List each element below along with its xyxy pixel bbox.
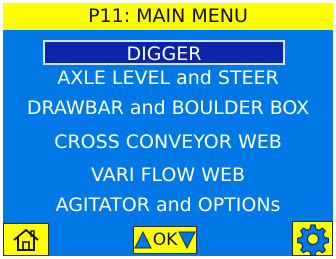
menu-item-agitator-and-options[interactable]: AGITATOR and OPTIONs bbox=[3, 191, 333, 219]
menu-panel: DIGGER AXLE LEVEL and STEER DRAWBAR and … bbox=[3, 30, 333, 256]
main-menu-screen: P11: MAIN MENU DIGGER AXLE LEVEL and STE… bbox=[0, 0, 336, 259]
menu-item-axle-level-and-steer[interactable]: AXLE LEVEL and STEER bbox=[3, 64, 333, 92]
navigation-controls: OK bbox=[133, 226, 197, 254]
ok-button[interactable]: OK bbox=[153, 227, 178, 253]
down-button[interactable] bbox=[177, 227, 196, 253]
up-arrow-icon bbox=[134, 230, 153, 249]
gear-icon bbox=[296, 223, 329, 255]
menu-item-cross-conveyor-web[interactable]: CROSS CONVEYOR WEB bbox=[3, 128, 333, 156]
home-icon bbox=[13, 228, 39, 251]
menu-item-drawbar-and-boulder-box[interactable]: DRAWBAR and BOULDER BOX bbox=[3, 94, 333, 122]
menu-item-digger[interactable]: DIGGER bbox=[43, 40, 285, 65]
home-button[interactable] bbox=[3, 223, 49, 256]
menu-item-vari-flow-web[interactable]: VARI FLOW WEB bbox=[3, 161, 333, 189]
up-button[interactable] bbox=[134, 227, 153, 253]
page-title: P11: MAIN MENU bbox=[3, 3, 333, 30]
settings-button[interactable] bbox=[292, 221, 333, 256]
down-arrow-icon bbox=[177, 231, 196, 250]
